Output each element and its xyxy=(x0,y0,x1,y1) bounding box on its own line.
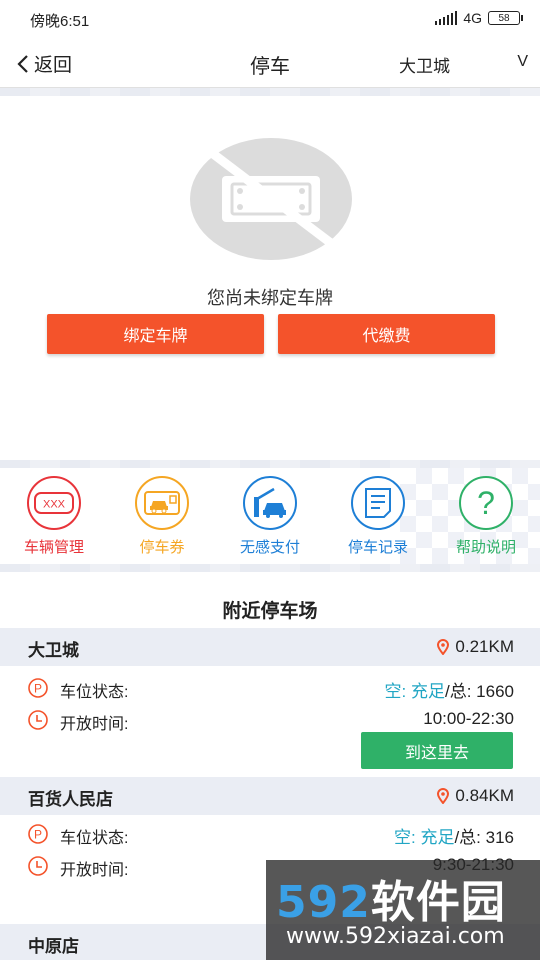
svg-text:P: P xyxy=(34,682,42,696)
location-pin-icon xyxy=(437,788,450,804)
plate-icon-text: XXX xyxy=(43,499,66,511)
lot-distance: 0.84KM xyxy=(437,786,514,806)
ticket-car-icon xyxy=(135,476,189,530)
hours-label: 开放时间: xyxy=(60,862,129,879)
plate-binding-panel: 您尚未绑定车牌 绑定车牌 代缴费 xyxy=(0,96,540,460)
document-icon xyxy=(351,476,405,530)
plate-icon: XXX xyxy=(27,476,81,530)
status-value: 空: 充足/总: 316 xyxy=(394,828,514,847)
feature-vehicle-management[interactable]: XXX 车辆管理 xyxy=(0,468,108,564)
lot-name: 百货人民店 xyxy=(28,790,113,809)
feature-label: 停车记录 xyxy=(347,539,408,556)
divider xyxy=(0,564,540,572)
bind-plate-button[interactable]: 绑定车牌 xyxy=(47,314,264,354)
back-button[interactable]: 返回 xyxy=(16,50,72,77)
lot-hours-row: 开放时间: 10:00-22:30 xyxy=(0,706,540,734)
parking-lot-header[interactable]: 百货人民店 0.84KM xyxy=(0,777,540,815)
feature-help[interactable]: ? 帮助说明 xyxy=(432,468,540,564)
lot-name: 大卫城 xyxy=(28,641,79,660)
status-label: 车位状态: xyxy=(60,830,129,847)
feature-menu: XXX 车辆管理 停车券 无感支付 停车记录 ? 帮助说明 xyxy=(0,468,540,564)
no-plate-message: 您尚未绑定车牌 xyxy=(207,288,333,308)
nav-bar: 返回 停车 大卫城 V xyxy=(0,40,540,88)
divider xyxy=(0,88,540,96)
feature-label: 停车券 xyxy=(139,539,185,556)
hours-label: 开放时间: xyxy=(60,716,129,733)
page-title: 停车 xyxy=(250,56,290,78)
parking-p-icon: P xyxy=(28,678,48,698)
divider xyxy=(0,460,540,468)
feature-contactless-pay[interactable]: 无感支付 xyxy=(216,468,324,564)
lot-status-row: P 车位状态: 空: 充足/总: 1660 xyxy=(0,674,540,702)
status-value: 空: 充足/总: 1660 xyxy=(384,682,514,701)
parking-p-icon: P xyxy=(28,824,48,844)
watermark-brand: 592软件园 xyxy=(276,877,506,928)
back-label: 返回 xyxy=(34,55,73,76)
clock-icon xyxy=(28,710,48,730)
lot-name: 中原店 xyxy=(28,937,79,956)
status-bar: 傍晚6:51 4G 58 xyxy=(0,0,540,40)
lot-status-row: P 车位状态: 空: 充足/总: 316 xyxy=(0,820,540,848)
status-label: 车位状态: xyxy=(60,684,129,701)
feature-label: 车辆管理 xyxy=(23,539,84,556)
feature-label: 帮助说明 xyxy=(455,539,516,556)
watermark: 592软件园 www.592xiazai.com xyxy=(266,860,540,960)
nearby-parking-title: 附近停车场 xyxy=(222,601,318,622)
proxy-pay-button[interactable]: 代缴费 xyxy=(278,314,495,354)
network-label: 4G xyxy=(463,10,482,26)
navigate-button[interactable]: 到这里去 xyxy=(361,732,513,769)
hours-value: 10:00-22:30 xyxy=(423,709,514,728)
feature-label: 无感支付 xyxy=(239,539,300,556)
location-pin-icon xyxy=(437,639,450,655)
no-plate-icon xyxy=(190,138,352,260)
clock-icon xyxy=(28,856,48,876)
svg-text:P: P xyxy=(34,828,42,842)
chevron-left-icon xyxy=(17,54,28,73)
feature-parking-records[interactable]: 停车记录 xyxy=(324,468,432,564)
parking-lot-header[interactable]: 大卫城 0.21KM xyxy=(0,628,540,666)
gate-car-icon xyxy=(243,476,297,530)
status-time: 傍晚6:51 xyxy=(30,13,90,30)
status-indicators: 4G 58 xyxy=(435,10,523,26)
city-dropdown-chevron[interactable]: V xyxy=(517,53,528,71)
signal-icon xyxy=(435,11,458,25)
watermark-url: www.592xiazai.com xyxy=(286,924,505,949)
question-icon: ? xyxy=(459,476,513,530)
feature-parking-coupon[interactable]: 停车券 xyxy=(108,468,216,564)
battery-icon: 58 xyxy=(488,11,523,25)
city-selector[interactable]: 大卫城 xyxy=(399,52,450,77)
lot-distance: 0.21KM xyxy=(437,637,514,657)
